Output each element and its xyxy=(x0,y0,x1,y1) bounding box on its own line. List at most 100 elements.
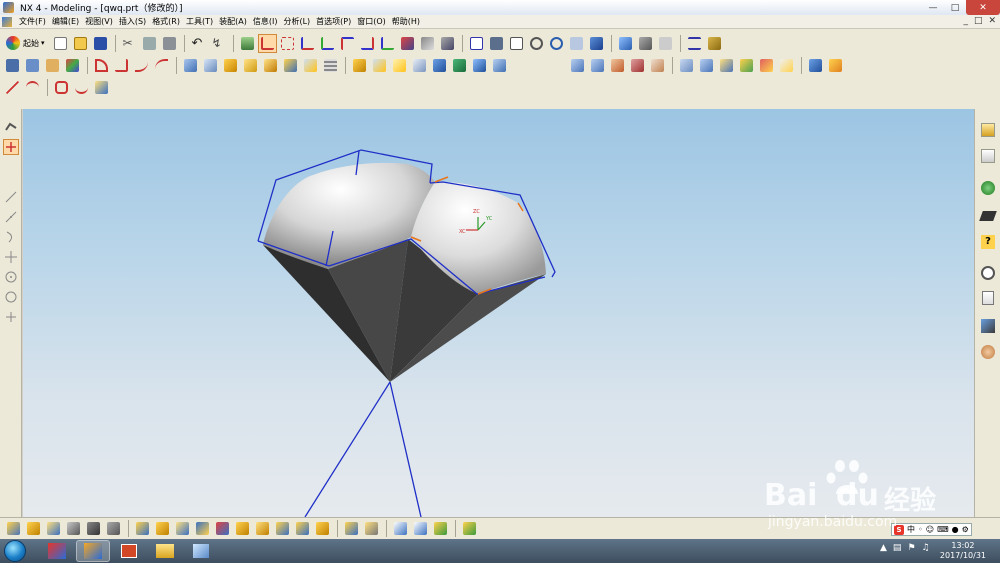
offset-surface-icon[interactable] xyxy=(806,56,825,75)
new-file-icon[interactable] xyxy=(51,34,70,53)
training-icon[interactable] xyxy=(979,207,997,225)
undo-icon[interactable]: ↶ xyxy=(189,34,208,53)
move-wcs-icon[interactable] xyxy=(378,34,397,53)
download-icon[interactable] xyxy=(460,519,479,538)
transform-icon[interactable] xyxy=(418,34,437,53)
background-icon[interactable] xyxy=(656,34,675,53)
menu-file[interactable]: 文件(F) xyxy=(16,16,49,27)
menu-tools[interactable]: 工具(T) xyxy=(183,16,216,27)
sketch-arc-icon[interactable] xyxy=(3,209,19,225)
color-icon[interactable] xyxy=(63,56,82,75)
sketch-point-icon[interactable] xyxy=(3,249,19,265)
network-icon[interactable]: ▤ xyxy=(893,543,902,553)
save-icon[interactable] xyxy=(91,34,110,53)
boss-icon[interactable] xyxy=(281,56,300,75)
copy-icon[interactable] xyxy=(140,34,159,53)
tube-icon[interactable] xyxy=(261,56,280,75)
offset-face-icon[interactable] xyxy=(410,56,429,75)
unite-icon[interactable] xyxy=(350,56,369,75)
taskbar-clock[interactable]: 13:02 2017/10/31 xyxy=(940,541,986,561)
revolve-icon[interactable] xyxy=(201,56,220,75)
chamfer-curve-icon[interactable] xyxy=(112,56,131,75)
start-button[interactable]: 起始 ▾ xyxy=(3,34,48,53)
subtract-icon[interactable] xyxy=(370,56,389,75)
wcs-icon[interactable] xyxy=(298,34,317,53)
menu-window[interactable]: 窗口(O) xyxy=(354,16,389,27)
magnify-icon[interactable] xyxy=(527,34,546,53)
swept-surface-icon[interactable] xyxy=(628,56,647,75)
enlarge-icon[interactable] xyxy=(826,56,845,75)
snap-quadrant-icon[interactable] xyxy=(104,519,123,538)
doc-restore-icon[interactable]: □ xyxy=(974,16,983,26)
menu-assembly[interactable]: 装配(A) xyxy=(216,16,250,27)
taskbar-nx-app[interactable] xyxy=(76,540,110,562)
spline-icon[interactable] xyxy=(132,56,151,75)
mirror-icon[interactable] xyxy=(490,56,509,75)
snap-point-on-curve-icon[interactable] xyxy=(133,519,152,538)
book-icon[interactable] xyxy=(23,56,42,75)
rotate-wcs-icon[interactable] xyxy=(358,34,377,53)
rotate-view-icon[interactable] xyxy=(547,34,566,53)
trim-body-icon[interactable] xyxy=(697,56,716,75)
mesh-surface-icon[interactable] xyxy=(608,56,627,75)
hand-icon[interactable] xyxy=(43,56,62,75)
arc-icon[interactable] xyxy=(23,78,42,97)
sweep-icon[interactable] xyxy=(241,56,260,75)
bounded-plane-icon[interactable] xyxy=(648,56,667,75)
cut-icon[interactable]: ✂ xyxy=(120,34,139,53)
volume-icon[interactable]: ♫ xyxy=(922,543,930,553)
help-icon[interactable]: ? xyxy=(979,233,997,251)
snap-arc-icon[interactable] xyxy=(233,519,252,538)
quick-pick-icon[interactable] xyxy=(362,519,381,538)
flag-icon[interactable]: ⚑ xyxy=(907,543,915,553)
snap-point-icon[interactable] xyxy=(438,34,457,53)
sketch-icon[interactable] xyxy=(257,33,277,53)
minimize-button[interactable]: — xyxy=(922,0,944,15)
windows-start-button[interactable] xyxy=(4,540,26,562)
fit-view-icon[interactable] xyxy=(467,34,486,53)
menu-format[interactable]: 格式(R) xyxy=(149,16,183,27)
zoom-icon[interactable] xyxy=(507,34,526,53)
snap-all-icon[interactable] xyxy=(293,519,312,538)
menu-help[interactable]: 帮助(H) xyxy=(389,16,423,27)
sketch-circle-icon[interactable] xyxy=(3,269,19,285)
zoom-window-icon[interactable] xyxy=(487,34,506,53)
taskbar-explorer[interactable] xyxy=(148,540,182,562)
snap-bounded-icon[interactable] xyxy=(253,519,272,538)
selection-icon[interactable]: ↯ xyxy=(209,34,228,53)
line-icon[interactable] xyxy=(3,78,22,97)
document-icon[interactable] xyxy=(2,16,12,27)
snap-angle-icon[interactable] xyxy=(273,519,292,538)
sew-icon[interactable] xyxy=(677,56,696,75)
roles-icon[interactable] xyxy=(979,343,997,361)
taskbar-app-1[interactable] xyxy=(40,540,74,562)
doc-minimize-icon[interactable]: _ xyxy=(963,16,968,26)
thread-icon[interactable] xyxy=(321,56,340,75)
part-navigator-icon[interactable] xyxy=(979,147,997,165)
pan-icon[interactable] xyxy=(567,34,586,53)
taskbar-app-5[interactable] xyxy=(184,540,218,562)
snap-intersect-icon[interactable] xyxy=(64,519,83,538)
orient-wcs-icon[interactable] xyxy=(338,34,357,53)
snap-point-on-face-icon[interactable] xyxy=(153,519,172,538)
snap-perpendicular-icon[interactable] xyxy=(213,519,232,538)
menu-information[interactable]: 信息(I) xyxy=(250,16,281,27)
sketch-crosshair-icon[interactable] xyxy=(3,309,19,325)
fillet-icon[interactable] xyxy=(92,56,111,75)
tray-expand-icon[interactable]: ▲ xyxy=(880,543,887,553)
sketch-toolbar-icon[interactable] xyxy=(3,56,22,75)
view-orient-icon[interactable] xyxy=(616,34,635,53)
sketch-line-icon[interactable] xyxy=(3,189,19,205)
snap-existing-icon[interactable] xyxy=(173,519,192,538)
polygon-icon[interactable] xyxy=(52,78,71,97)
patch-icon[interactable] xyxy=(717,56,736,75)
block-icon[interactable] xyxy=(221,56,240,75)
draft-icon[interactable] xyxy=(450,56,469,75)
profile-icon[interactable] xyxy=(3,139,19,155)
perspective-icon[interactable] xyxy=(587,34,606,53)
curve-icon[interactable] xyxy=(278,34,297,53)
menu-view[interactable]: 视图(V) xyxy=(82,16,116,27)
paste-icon[interactable] xyxy=(160,34,179,53)
datum-csys-icon[interactable] xyxy=(318,34,337,53)
snap-mid-icon[interactable] xyxy=(24,519,43,538)
